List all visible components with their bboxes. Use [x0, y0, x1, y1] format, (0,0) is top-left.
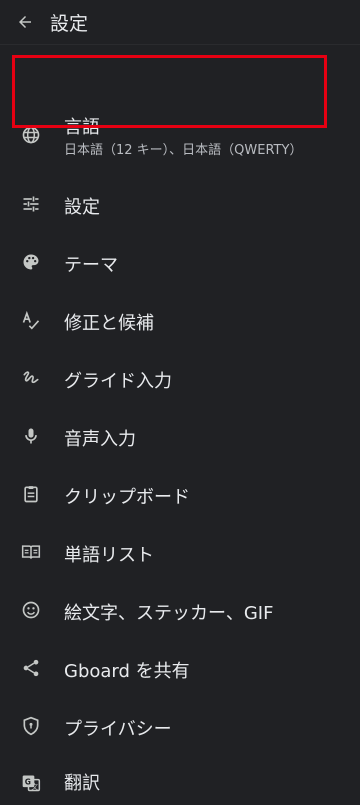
svg-text:文: 文 [31, 782, 38, 791]
settings-item-label: 絵文字、ステッカー、GIF [64, 603, 274, 624]
settings-item-clipboard[interactable]: クリップボード [0, 465, 360, 523]
gesture-icon [20, 367, 42, 389]
settings-item-text-correction[interactable]: 修正と候補 [0, 291, 360, 349]
settings-item-label: クリップボード [64, 487, 190, 508]
spellcheck-icon [20, 309, 42, 331]
settings-item-label: Gboard を共有 [64, 661, 190, 682]
smiley-icon [20, 599, 42, 621]
settings-item-translate[interactable]: G文 翻訳 [0, 755, 360, 805]
clipboard-icon [20, 483, 42, 505]
settings-item-label: 翻訳 [64, 773, 100, 794]
settings-item-sublabel: 日本語（12 キー）、日本語（QWERTY） [64, 143, 303, 158]
settings-item-privacy[interactable]: プライバシー [0, 697, 360, 755]
settings-item-label: グライド入力 [64, 371, 172, 392]
settings-item-emoji[interactable]: 絵文字、ステッカー、GIF [0, 581, 360, 639]
page-title: 設定 [50, 12, 89, 35]
book-icon [20, 541, 42, 563]
app-bar: 設定 [0, 0, 360, 45]
highlight-box [12, 55, 327, 128]
settings-item-label: 単語リスト [64, 545, 154, 566]
settings-item-voice-typing[interactable]: 音声入力 [0, 407, 360, 465]
settings-item-share[interactable]: Gboard を共有 [0, 639, 360, 697]
translate-icon: G文 [20, 772, 42, 794]
shield-icon [20, 715, 42, 737]
mic-icon [20, 425, 42, 447]
share-icon [20, 657, 42, 679]
settings-item-label: テーマ [64, 255, 118, 276]
settings-item-dictionary[interactable]: 単語リスト [0, 523, 360, 581]
settings-item-label: 音声入力 [64, 429, 136, 450]
settings-item-theme[interactable]: テーマ [0, 233, 360, 291]
svg-text:G: G [25, 778, 31, 787]
tune-icon [20, 193, 42, 215]
arrow-back-icon [16, 13, 34, 31]
back-button[interactable] [0, 0, 50, 44]
settings-item-label: 修正と候補 [64, 313, 154, 334]
settings-item-label: 設定 [64, 197, 100, 218]
settings-item-preferences[interactable]: 設定 [0, 175, 360, 233]
palette-icon [20, 251, 42, 273]
settings-item-label: プライバシー [64, 719, 172, 740]
settings-item-glide-typing[interactable]: グライド入力 [0, 349, 360, 407]
